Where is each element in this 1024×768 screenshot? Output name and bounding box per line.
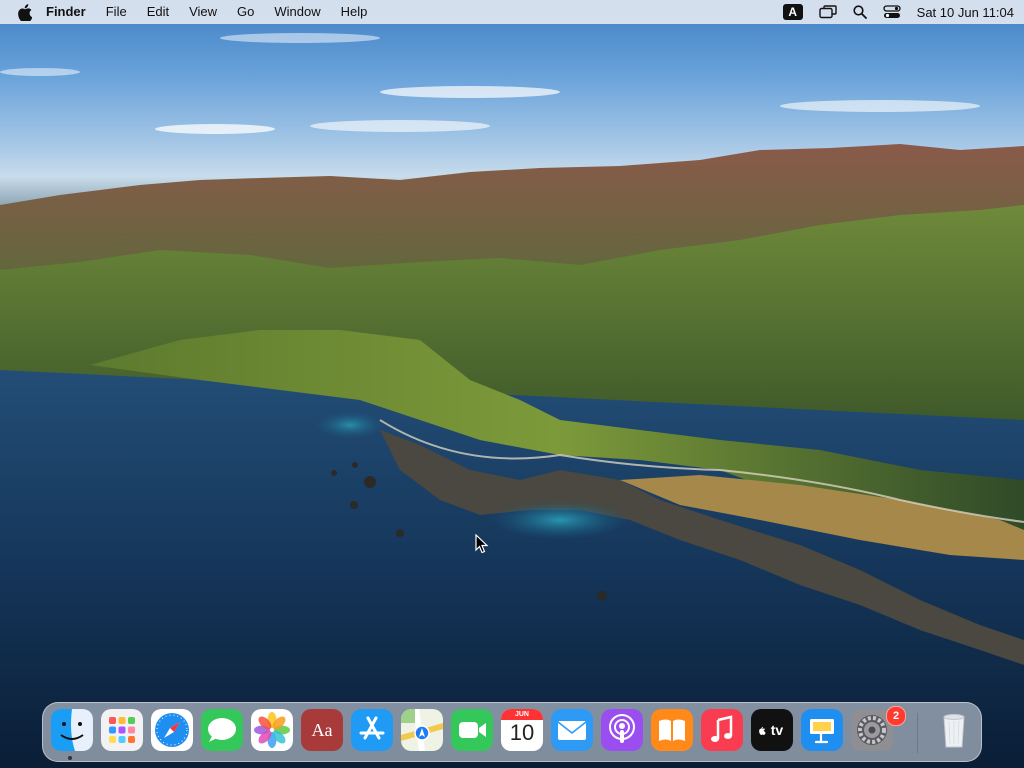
dock-launchpad-icon[interactable] xyxy=(101,709,143,751)
dock-separator xyxy=(917,713,918,753)
menu-view[interactable]: View xyxy=(179,0,227,24)
dock-keynote-icon[interactable] xyxy=(801,709,843,751)
dock-music-icon[interactable] xyxy=(701,709,743,751)
input-source-icon[interactable]: A xyxy=(782,0,803,24)
desktop-wallpaper xyxy=(0,0,1024,768)
dock-dictionary-icon[interactable]: Aa xyxy=(301,709,343,751)
dock-trash-icon[interactable] xyxy=(933,709,975,751)
tv-icon-label: tv xyxy=(770,722,784,738)
dock-mail-icon[interactable] xyxy=(551,709,593,751)
spotlight-search-icon[interactable] xyxy=(853,0,867,24)
dock-facetime-icon[interactable] xyxy=(451,709,493,751)
dock-podcasts-icon[interactable] xyxy=(601,709,643,751)
menu-window[interactable]: Window xyxy=(264,0,330,24)
menu-file[interactable]: File xyxy=(96,0,137,24)
apple-menu-icon[interactable] xyxy=(18,3,32,21)
dock-calendar-icon[interactable]: JUN 10 xyxy=(501,709,543,751)
calendar-day: 10 xyxy=(509,720,535,745)
dock-books-icon[interactable] xyxy=(651,709,693,751)
dock-maps-icon[interactable] xyxy=(401,709,443,751)
control-center-icon[interactable] xyxy=(883,0,901,24)
input-source-label: A xyxy=(782,4,803,20)
finder-running-indicator xyxy=(68,756,72,760)
dock: Aa JUN 10 tv xyxy=(42,702,982,762)
menu-bar: Finder File Edit View Go Window Help A S… xyxy=(0,0,1024,24)
dock-safari-icon[interactable] xyxy=(151,709,193,751)
menu-bar-clock[interactable]: Sat 10 Jun 11:04 xyxy=(917,5,1014,20)
dock-finder-icon[interactable] xyxy=(51,709,93,751)
menu-edit[interactable]: Edit xyxy=(137,0,179,24)
dictionary-icon-label: Aa xyxy=(311,719,333,740)
system-preferences-badge: 2 xyxy=(886,706,906,726)
mouse-pointer-icon xyxy=(475,533,489,554)
calendar-month: JUN xyxy=(514,711,529,718)
app-menu-finder[interactable]: Finder xyxy=(46,0,96,24)
window-switcher-icon[interactable] xyxy=(818,0,837,24)
dock-photos-icon[interactable] xyxy=(251,709,293,751)
dock-app-store-icon[interactable] xyxy=(351,709,393,751)
dock-tv-icon[interactable]: tv xyxy=(751,709,793,751)
menu-go[interactable]: Go xyxy=(227,0,264,24)
dock-messages-icon[interactable] xyxy=(201,709,243,751)
menu-help[interactable]: Help xyxy=(331,0,378,24)
